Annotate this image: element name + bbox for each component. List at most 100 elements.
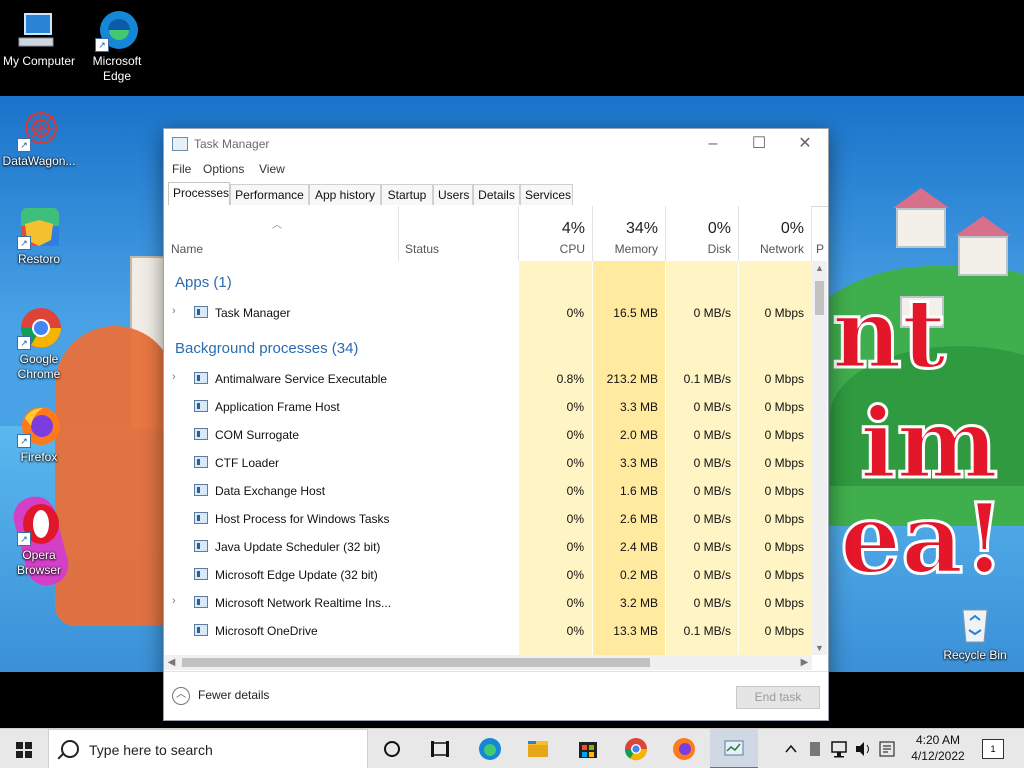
expand-chevron-icon[interactable]: › <box>172 371 176 383</box>
process-icon <box>194 596 208 608</box>
taskbar-clock[interactable]: 4:20 AM 4/12/2022 <box>900 732 976 764</box>
process-network-value: 0 Mbps <box>764 540 804 554</box>
maximize-button[interactable]: ☐ <box>736 129 782 159</box>
process-disk-value: 0.1 MB/s <box>683 372 731 386</box>
tab-users[interactable]: Users <box>433 184 473 205</box>
process-memory-value: 3.3 MB <box>619 400 658 414</box>
menu-file[interactable]: File <box>172 162 191 176</box>
fewer-details-button[interactable]: ︿ Fewer details <box>172 687 269 705</box>
process-memory-value: 0.2 MB <box>619 568 658 582</box>
process-row[interactable]: CTF Loader 0% 3.3 MB 0 MB/s 0 Mbps <box>164 449 812 477</box>
process-row[interactable]: COM Surrogate 0% 2.0 MB 0 MB/s 0 Mbps <box>164 421 812 449</box>
menu-view[interactable]: View <box>259 162 285 176</box>
taskbar-firefox-icon[interactable] <box>660 729 708 768</box>
process-icon <box>194 428 208 440</box>
column-cpu[interactable]: 4% CPU <box>519 206 593 261</box>
scroll-right-arrow-icon[interactable]: ▶ <box>797 655 812 670</box>
menu-options[interactable]: Options <box>203 162 244 176</box>
process-cpu-value: 0% <box>566 512 584 526</box>
process-name: CTF Loader <box>215 456 280 470</box>
vertical-scrollbar[interactable]: ▲ ▼ <box>812 261 827 655</box>
datawagon-icon: ↗ <box>17 108 61 152</box>
tab-details[interactable]: Details <box>473 184 520 205</box>
tray-app-icon[interactable] <box>806 729 824 768</box>
column-memory[interactable]: 34% Memory <box>593 206 666 261</box>
footer-bar: ︿ Fewer details End task <box>164 671 828 720</box>
process-row[interactable]: › Microsoft Network Realtime Ins... 0% 3.2 … <box>164 589 812 617</box>
process-disk-value: 0 MB/s <box>693 306 731 320</box>
column-status[interactable]: Status <box>399 206 519 261</box>
show-hidden-icons-chevron-icon[interactable] <box>782 729 800 768</box>
column-network[interactable]: 0% Network <box>739 206 812 261</box>
tab-performance[interactable]: Performance <box>230 184 309 205</box>
tab-strip: Processes Performance App history Startu… <box>164 182 828 207</box>
scroll-up-arrow-icon[interactable]: ▲ <box>812 261 827 275</box>
process-row[interactable]: Microsoft OneDrive 0% 13.3 MB 0.1 MB/s 0 Mbp… <box>164 617 812 645</box>
minimize-button[interactable]: – <box>690 129 736 159</box>
desktop-icon-opera[interactable]: ↗ Opera Browser <box>0 502 78 578</box>
end-task-button[interactable]: End task <box>736 686 820 709</box>
edge-icon: ↗ <box>95 8 139 52</box>
window-title: Task Manager <box>194 137 270 151</box>
scroll-down-arrow-icon[interactable]: ▼ <box>812 641 827 655</box>
process-cpu-value: 0% <box>566 540 584 554</box>
tab-startup[interactable]: Startup <box>381 184 433 205</box>
task-manager-window[interactable]: Task Manager – ☐ ✕ File Options View Pro… <box>163 128 829 721</box>
ime-icon[interactable] <box>876 729 898 768</box>
process-memory-value: 2.6 MB <box>619 512 658 526</box>
chevron-up-icon: ︿ <box>172 687 190 705</box>
taskbar-chrome-icon[interactable] <box>612 729 660 768</box>
expand-chevron-icon[interactable]: › <box>172 595 176 607</box>
cortana-button[interactable] <box>368 729 416 768</box>
taskbar-edge-icon[interactable] <box>466 729 514 768</box>
title-bar[interactable]: Task Manager – ☐ ✕ <box>164 129 828 159</box>
process-row[interactable]: Host Process for Windows Tasks 0% 2.6 MB 0 … <box>164 505 812 533</box>
microsoft-store-icon[interactable] <box>564 729 612 768</box>
process-cpu-value: 0.8% <box>556 372 584 386</box>
desktop-icon-my-computer[interactable]: My Computer <box>0 8 78 69</box>
desktop-icon-edge[interactable]: ↗ Microsoft Edge <box>78 8 156 84</box>
desktop-icon-restoro[interactable]: ↗ Restoro <box>0 206 78 267</box>
desktop-icon-datawagon[interactable]: ↗ DataWagon... <box>0 108 78 169</box>
vertical-scroll-thumb[interactable] <box>815 281 824 315</box>
expand-chevron-icon[interactable]: › <box>172 305 176 317</box>
process-memory-value: 3.2 MB <box>619 596 658 610</box>
start-button[interactable] <box>0 729 48 768</box>
process-row[interactable]: Microsoft Edge Update (32 bit) 0% 0.2 MB 0 … <box>164 561 812 589</box>
tab-app-history[interactable]: App history <box>309 184 381 205</box>
volume-icon[interactable] <box>852 729 874 768</box>
column-disk[interactable]: 0% Disk <box>666 206 739 261</box>
file-explorer-icon[interactable] <box>514 729 562 768</box>
process-disk-value: 0 MB/s <box>693 568 731 582</box>
horizontal-scrollbar[interactable]: ◀ ▶ <box>164 655 812 670</box>
process-cpu-value: 0% <box>566 400 584 414</box>
process-row[interactable]: › Task Manager 0% 16.5 MB 0 MB/s 0 Mbps <box>164 299 812 327</box>
process-row[interactable]: › Antimalware Service Executable 0.8% 213.2… <box>164 365 812 393</box>
desktop-icon-chrome[interactable]: ↗ Google Chrome <box>0 306 78 382</box>
process-disk-value: 0 MB/s <box>693 596 731 610</box>
process-row[interactable]: Java Update Scheduler (32 bit) 0% 2.4 MB 0 … <box>164 533 812 561</box>
close-button[interactable]: ✕ <box>782 129 828 159</box>
process-cpu-value: 0% <box>566 306 584 320</box>
process-disk-value: 0 MB/s <box>693 456 731 470</box>
desktop-icon-recycle-bin[interactable]: Recycle Bin <box>936 602 1014 663</box>
taskbar-search-box[interactable]: Type here to search <box>48 729 368 768</box>
network-icon[interactable] <box>828 729 850 768</box>
column-power[interactable]: P <box>812 206 826 261</box>
tab-processes[interactable]: Processes <box>168 182 230 205</box>
process-cpu-value: 0% <box>566 456 584 470</box>
notification-center-icon[interactable]: 1 <box>982 739 1004 759</box>
task-view-button[interactable] <box>416 729 464 768</box>
process-icon <box>194 512 208 524</box>
desktop-icon-firefox[interactable]: ↗ Firefox <box>0 404 78 465</box>
tab-services[interactable]: Services <box>520 184 573 205</box>
process-cpu-value: 0% <box>566 484 584 498</box>
process-row[interactable]: Data Exchange Host 0% 1.6 MB 0 MB/s 0 Mbps <box>164 477 812 505</box>
scroll-left-arrow-icon[interactable]: ◀ <box>164 655 179 670</box>
taskbar-task-manager-icon[interactable] <box>710 729 758 768</box>
horizontal-scroll-thumb[interactable] <box>182 658 650 667</box>
process-row[interactable]: Application Frame Host 0% 3.3 MB 0 MB/s 0 Mb… <box>164 393 812 421</box>
column-name[interactable]: Name <box>164 206 399 261</box>
process-name: Java Update Scheduler (32 bit) <box>215 540 381 554</box>
process-disk-value: 0 MB/s <box>693 540 731 554</box>
